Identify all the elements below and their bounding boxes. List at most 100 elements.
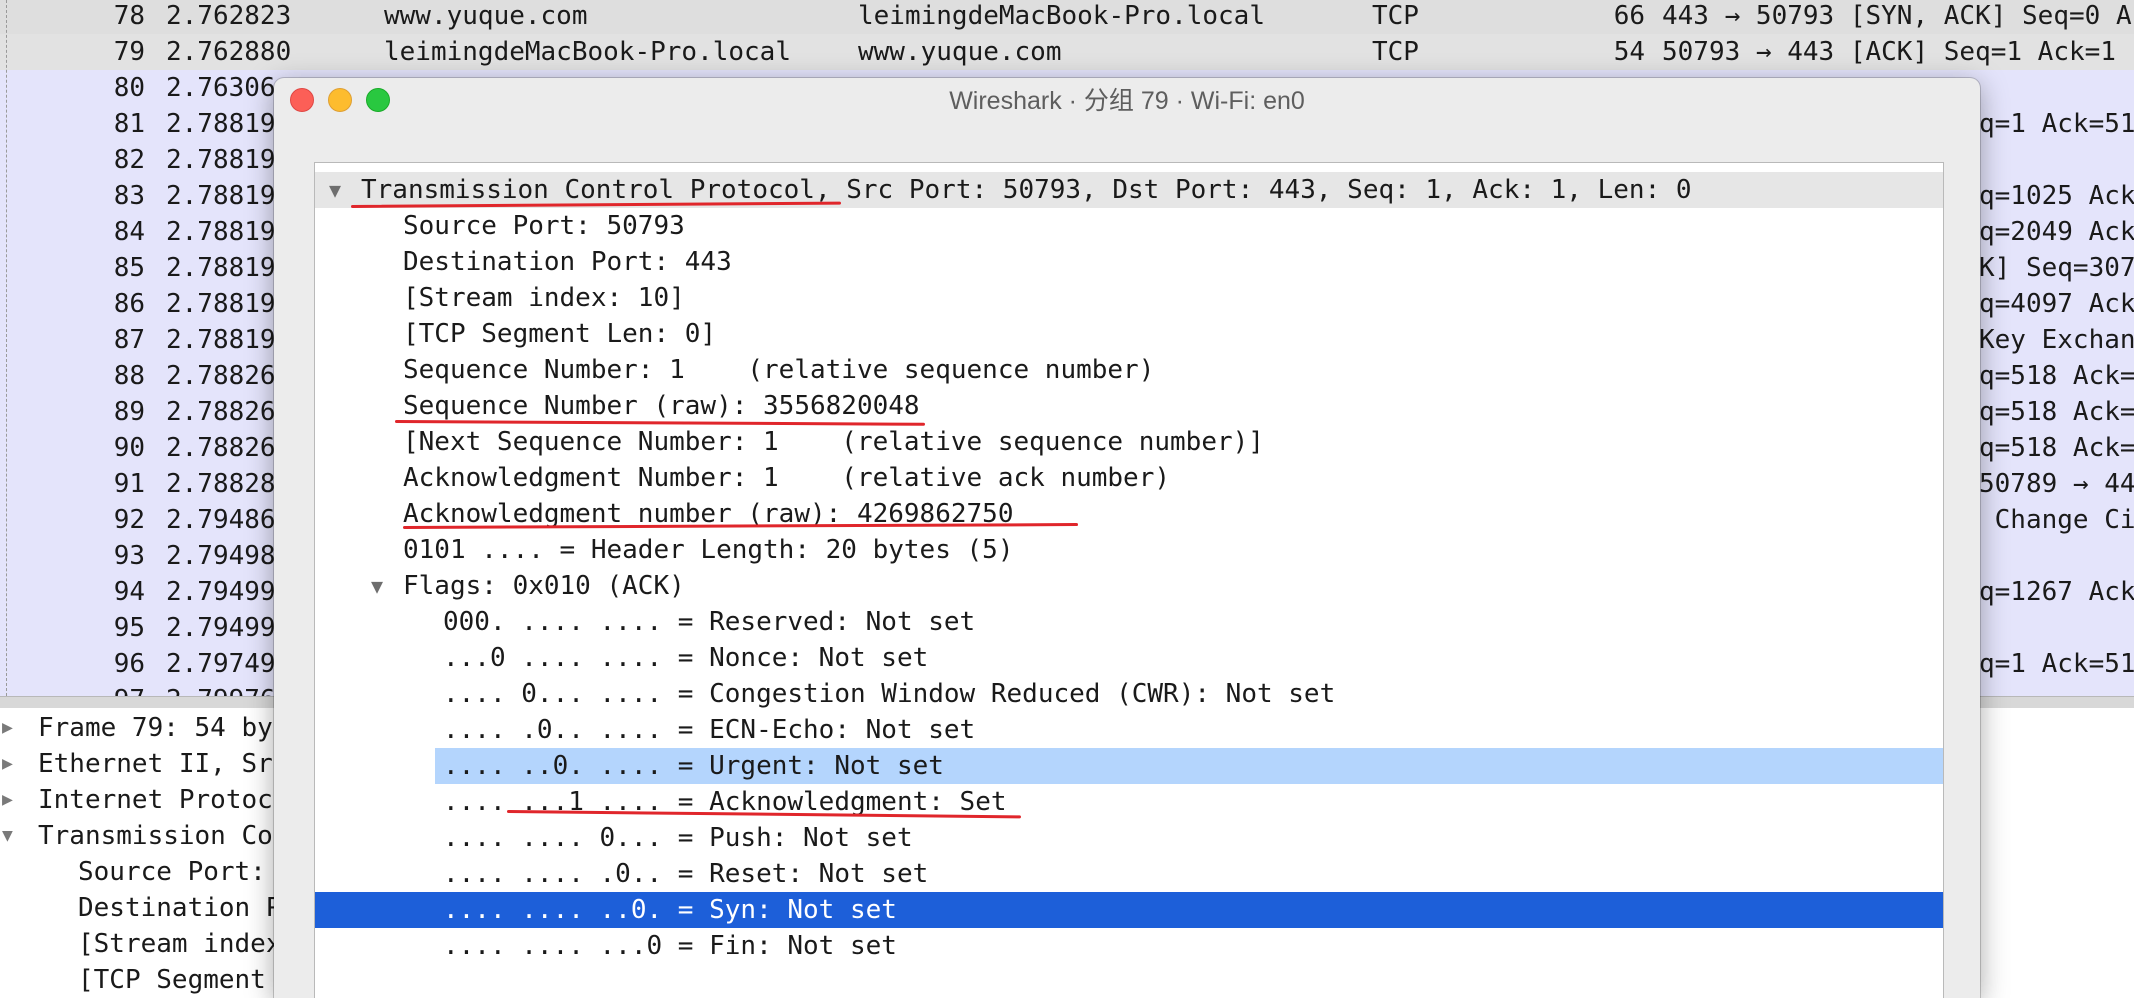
tree-field[interactable]: Acknowledgment Number: 1 (relative ack n…	[315, 460, 1943, 496]
packet-time: 2.78819	[166, 145, 276, 175]
detail-row[interactable]: Destination P	[0, 890, 300, 926]
packet-time: 2.78826	[166, 361, 276, 391]
packet-length: 54	[1613, 37, 1645, 67]
flag-row[interactable]: .... .... 0... = Push: Not set	[315, 820, 1943, 856]
packet-row[interactable]: 78 2.762823 www.yuque.com leimingdeMacBook-…	[0, 0, 2134, 34]
flag-row[interactable]: .... 0... .... = Congestion Window Reduc…	[315, 676, 1943, 712]
packet-time: 2.78828	[166, 469, 276, 499]
packet-info: K] Seq=307	[1979, 253, 2134, 283]
tree-field-text: .... .... .0.. = Reset: Not set	[443, 859, 929, 889]
packet-info: q=518 Ack=	[1979, 361, 2134, 391]
clipped-row	[315, 163, 1943, 169]
window-title: Wireshark · 分组 79 · Wi-Fi: en0	[949, 87, 1305, 115]
tree-field-text: .... .... 0... = Push: Not set	[443, 823, 913, 853]
collapse-triangle-icon[interactable]: ▼	[329, 172, 341, 208]
flag-row[interactable]: 000. .... .... = Reserved: Not set	[315, 604, 1943, 640]
packet-info: 443 → 50793 [SYN, ACK] Seq=0 A	[1662, 1, 2132, 31]
packet-number: 93	[113, 541, 145, 571]
detail-text: Frame 79: 54 by	[38, 713, 273, 743]
packet-detail-window[interactable]: Wireshark · 分组 79 · Wi-Fi: en0 ▼ Transmis…	[274, 78, 1980, 998]
packet-number: 97	[0, 682, 145, 696]
tree-field-text: ...0 .... .... = Nonce: Not set	[443, 643, 929, 673]
packet-info: 50793 → 443 [ACK] Seq=1 Ack=1	[1662, 37, 2116, 67]
tree-field[interactable]: Sequence Number (raw): 3556820048	[315, 388, 1943, 424]
tree-field-text: Acknowledgment Number: 1 (relative ack n…	[403, 463, 1171, 493]
packet-info: 50789 → 44	[1979, 469, 2134, 499]
packet-time: 2.79499	[166, 577, 276, 607]
packet-time: 2.76306	[166, 73, 276, 103]
packet-time: 2.78819	[166, 217, 276, 247]
packet-number: 80	[113, 73, 145, 103]
tree-field-text: .... .... ..0. = Syn: Not set	[443, 895, 897, 925]
detail-text: [TCP Segment	[78, 965, 282, 995]
packet-row[interactable]: 79 2.762880 leimingdeMacBook-Pro.local www.…	[0, 34, 2134, 70]
packet-info: q=518 Ack=	[1979, 397, 2134, 427]
expand-right-icon[interactable]: ▶	[2, 746, 13, 782]
packet-number: 90	[113, 433, 145, 463]
expand-right-icon[interactable]: ▶	[2, 782, 13, 818]
packet-number: 87	[113, 325, 145, 355]
tree-field[interactable]: Sequence Number: 1 (relative sequence nu…	[315, 352, 1943, 388]
tree-field-text: 000. .... .... = Reserved: Not set	[443, 607, 976, 637]
tree-field-text: [Next Sequence Number: 1 (relative seque…	[403, 427, 1264, 457]
packet-number: 88	[113, 361, 145, 391]
flag-row[interactable]: .... ...1 .... = Acknowledgment: Set	[315, 784, 1943, 820]
detail-text: [Stream index	[78, 929, 282, 959]
tree-field[interactable]: Source Port: 50793	[315, 208, 1943, 244]
packet-time: 2.79749	[166, 649, 276, 679]
tree-field-text: 0101 .... = Header Length: 20 bytes (5)	[403, 535, 1014, 565]
detail-row[interactable]: [Stream index	[0, 926, 300, 962]
packet-info: q=1 Ack=51	[1979, 109, 2134, 139]
packet-number: 82	[113, 145, 145, 175]
tree-field[interactable]: [TCP Segment Len: 0]	[315, 316, 1943, 352]
tree-field-text: .... .0.. .... = ECN-Echo: Not set	[443, 715, 976, 745]
flag-row[interactable]: .... ..0. .... = Urgent: Not set	[315, 748, 1943, 784]
packet-number: 91	[113, 469, 145, 499]
packet-number: 85	[113, 253, 145, 283]
packet-number: 86	[113, 289, 145, 319]
detail-row[interactable]: ▶ Ethernet II, Sr	[0, 746, 300, 782]
tree-field-text: [TCP Segment Len: 0]	[403, 319, 717, 349]
flag-row[interactable]: .... .... ...0 = Fin: Not set	[315, 928, 1943, 964]
flag-row[interactable]: ...0 .... .... = Nonce: Not set	[315, 640, 1943, 676]
packet-time: 2.78819	[166, 325, 276, 355]
tree-field-text: Sequence Number: 1 (relative sequence nu…	[403, 355, 1155, 385]
packet-time: 2.78826	[166, 433, 276, 463]
flag-row[interactable]: .... .0.. .... = ECN-Echo: Not set	[315, 712, 1943, 748]
expand-down-icon[interactable]: ▼	[2, 818, 13, 854]
tree-field[interactable]: Destination Port: 443	[315, 244, 1943, 280]
window-titlebar[interactable]: Wireshark · 分组 79 · Wi-Fi: en0	[274, 78, 1980, 124]
packet-number: 94	[113, 577, 145, 607]
flags-header-row[interactable]: ▼ Flags: 0x010 (ACK)	[315, 568, 1943, 604]
tree-field[interactable]: [Next Sequence Number: 1 (relative seque…	[315, 424, 1943, 460]
tree-field[interactable]: 0101 .... = Header Length: 20 bytes (5)	[315, 532, 1943, 568]
detail-row[interactable]: ▼ Transmission Co	[0, 818, 300, 854]
packet-info: q=1 Ack=51	[1979, 649, 2134, 679]
protocol-tree[interactable]: ▼ Transmission Control Protocol, Src Port…	[314, 162, 1944, 998]
flag-row[interactable]: .... .... .0.. = Reset: Not set	[315, 856, 1943, 892]
packet-number: 81	[113, 109, 145, 139]
packet-info: q=2049 Ack	[1979, 217, 2134, 247]
packet-number: 96	[113, 649, 145, 679]
flag-row[interactable]: .... .... ..0. = Syn: Not set	[315, 892, 1943, 928]
detail-text: Source Port:	[78, 857, 266, 887]
packet-time: 2.79499	[166, 613, 276, 643]
packet-info: q=518 Ack=	[1979, 433, 2134, 463]
collapse-triangle-icon[interactable]: ▼	[371, 568, 383, 604]
packet-time: 2.79498	[166, 541, 276, 571]
detail-text: Ethernet II, Sr	[38, 749, 273, 779]
packet-time: 2.79486	[166, 505, 276, 535]
packet-number: 84	[113, 217, 145, 247]
tree-field[interactable]: [Stream index: 10]	[315, 280, 1943, 316]
detail-row[interactable]: [TCP Segment	[0, 962, 300, 998]
detail-row[interactable]: ▶ Frame 79: 54 by	[0, 710, 300, 746]
expand-right-icon[interactable]: ▶	[2, 710, 13, 746]
tree-field-text: Sequence Number (raw): 3556820048	[403, 391, 920, 421]
detail-row[interactable]: ▶ Internet Protoc	[0, 782, 300, 818]
packet-time: 2.78819	[166, 109, 276, 139]
packet-time: 2.78826	[166, 397, 276, 427]
packet-number: 83	[113, 181, 145, 211]
detail-row[interactable]: Source Port:	[0, 854, 300, 890]
tree-field-text: .... 0... .... = Congestion Window Reduc…	[443, 679, 1336, 709]
detail-text: Transmission Co	[38, 821, 273, 851]
